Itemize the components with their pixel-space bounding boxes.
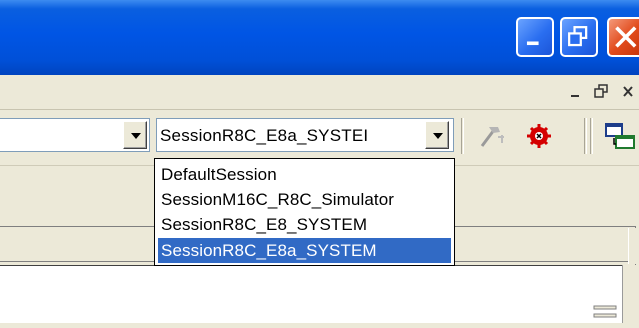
minimize-icon	[526, 41, 539, 46]
configuration-combo-dropdown-button[interactable]	[123, 121, 147, 149]
session-option[interactable]: SessionM16C_R8C_Simulator	[158, 187, 451, 212]
build-button[interactable]	[476, 120, 508, 152]
debug-connect-icon	[527, 124, 551, 148]
session-option[interactable]: DefaultSession	[158, 162, 451, 187]
mdi-minimize-button[interactable]	[565, 82, 587, 102]
toolbar-separator	[461, 118, 464, 154]
editor-content[interactable]	[0, 265, 623, 323]
chevron-down-icon	[131, 133, 141, 139]
vertical-scrollbar[interactable]	[622, 265, 639, 323]
session-combo-value: SessionR8C_E8a_SYSTEI	[160, 126, 369, 145]
minimize-button[interactable]	[516, 17, 554, 57]
splitter-grip-icon[interactable]	[592, 303, 620, 323]
close-button[interactable]	[607, 17, 639, 57]
editor-header-edge	[628, 228, 639, 264]
close-icon	[615, 26, 637, 48]
build-hammer-icon	[480, 127, 504, 147]
mdi-caption-strip	[0, 75, 639, 110]
mdi-close-button[interactable]	[617, 82, 639, 102]
chevron-down-icon	[433, 133, 443, 139]
restore-icon	[568, 26, 588, 47]
restore-icon	[594, 84, 608, 98]
window-tile-icon	[605, 123, 635, 149]
toolbar-separator	[590, 118, 593, 154]
mdi-restore-button[interactable]	[590, 82, 612, 102]
minimize-icon	[571, 95, 579, 97]
window-tile-button[interactable]	[604, 120, 636, 152]
session-option-selected[interactable]: SessionR8C_E8a_SYSTEM	[158, 238, 451, 263]
toolbar-separator	[584, 118, 587, 154]
session-option[interactable]: SessionR8C_E8_SYSTEM	[158, 212, 451, 237]
close-icon	[623, 86, 633, 97]
session-combo-dropdown-button[interactable]	[425, 121, 449, 149]
debug-connect-button[interactable]	[523, 120, 555, 152]
restore-button[interactable]	[560, 17, 598, 57]
